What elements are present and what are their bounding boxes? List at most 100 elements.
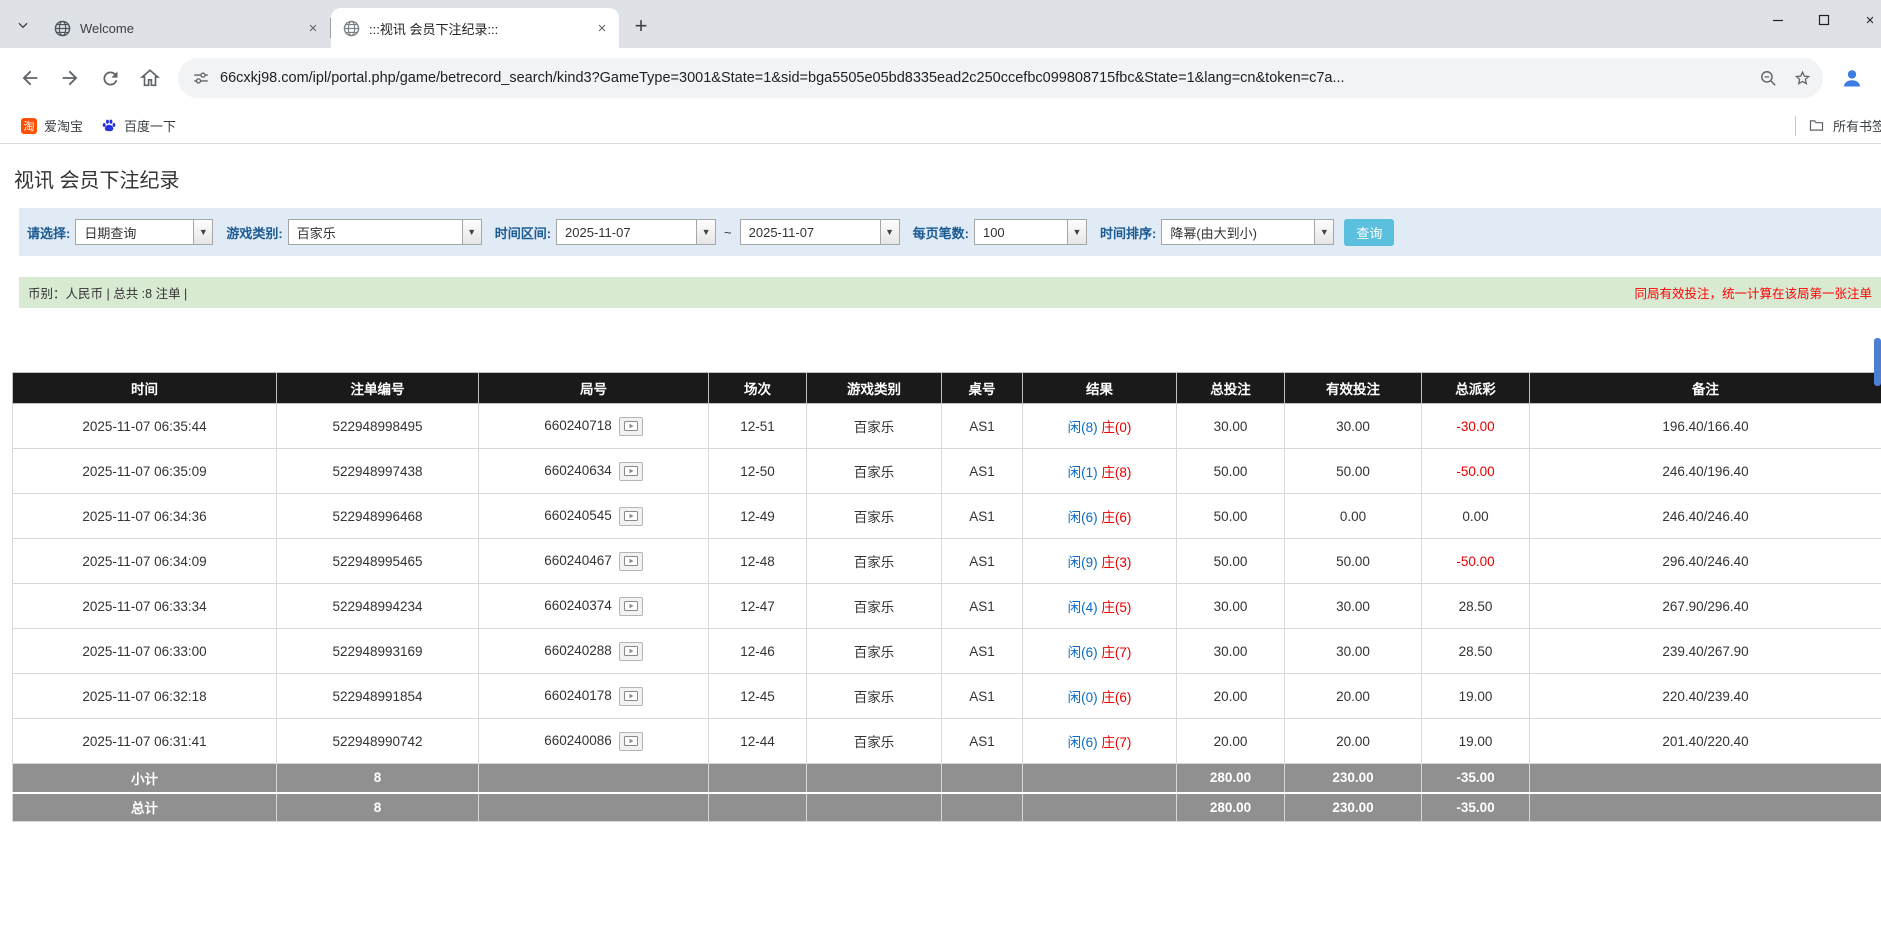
notice-text: 同局有效投注，统一计算在该局第一张注单 [1634, 283, 1872, 302]
bookmark-label: 爱淘宝 [44, 116, 83, 135]
bookmark-baidu[interactable]: 百度一下 [92, 113, 185, 138]
back-icon[interactable] [10, 58, 50, 98]
close-icon[interactable]: × [304, 19, 322, 37]
chevron-down-icon[interactable]: ▼ [462, 220, 481, 244]
column-header: 结果 [1023, 373, 1177, 404]
video-replay-button[interactable] [619, 462, 643, 481]
close-icon[interactable]: × [593, 19, 611, 37]
cell-valid-bet: 50.00 [1285, 539, 1422, 584]
column-header: 时间 [13, 373, 277, 404]
cell-time: 2025-11-07 06:33:00 [13, 629, 277, 674]
result-banker: 庄(8) [1101, 465, 1131, 480]
cell-bet-id: 522948993169 [277, 629, 479, 674]
url-text[interactable]: 66cxkj98.com/ipl/portal.php/game/betreco… [220, 70, 1751, 86]
close-window-icon[interactable]: × [1847, 0, 1881, 40]
cell-session: 12-45 [709, 674, 807, 719]
browser-window: Welcome × :::视讯 会员下注纪录::: × + × [0, 0, 1881, 144]
bookmark-star-icon[interactable] [1785, 61, 1819, 95]
cell-bet-id: 522948990742 [277, 719, 479, 764]
baidu-icon [101, 118, 117, 134]
reload-icon[interactable] [90, 58, 130, 98]
chevron-down-icon[interactable]: ▼ [193, 220, 212, 244]
cell-valid-bet: 20.00 [1285, 674, 1422, 719]
result-player: 闲(6) [1068, 645, 1098, 660]
column-header: 桌号 [942, 373, 1023, 404]
result-player: 闲(4) [1068, 600, 1098, 615]
summary-valid-bet: 230.00 [1285, 793, 1422, 822]
result-player: 闲(9) [1068, 555, 1098, 570]
all-bookmarks-label: 所有书签 [1833, 116, 1881, 135]
cell-table-no: AS1 [942, 494, 1023, 539]
forward-icon[interactable] [50, 58, 90, 98]
tab-bet-records[interactable]: :::视讯 会员下注纪录::: × [331, 8, 619, 48]
maximize-icon[interactable] [1801, 0, 1847, 40]
table-row: 2025-11-07 06:34:09522948995465660240467… [13, 539, 1881, 584]
chevron-down-icon[interactable] [8, 10, 38, 40]
zoom-icon[interactable] [1751, 61, 1785, 95]
sort-dropdown[interactable]: 降幂(由大到小) ▼ [1161, 219, 1334, 245]
home-icon[interactable] [130, 58, 170, 98]
cell-total-bet[interactable]: 50.00 [1177, 449, 1285, 494]
globe-icon [343, 20, 360, 37]
cell-total-bet[interactable]: 20.00 [1177, 674, 1285, 719]
cell-game-type: 百家乐 [807, 494, 942, 539]
new-tab-button[interactable]: + [627, 12, 655, 40]
video-replay-button[interactable] [619, 597, 643, 616]
cell-total-bet[interactable]: 20.00 [1177, 719, 1285, 764]
cell-time: 2025-11-07 06:34:36 [13, 494, 277, 539]
video-replay-button[interactable] [619, 642, 643, 661]
taobao-icon: 淘 [21, 118, 37, 134]
date-range-label: 时间区间: [495, 223, 551, 242]
site-info-icon[interactable] [192, 69, 210, 87]
summary-count: 8 [277, 764, 479, 793]
tab-title: :::视讯 会员下注纪录::: [369, 19, 593, 38]
chevron-down-icon[interactable]: ▼ [1314, 220, 1333, 244]
cell-total-bet[interactable]: 50.00 [1177, 494, 1285, 539]
video-replay-button[interactable] [619, 507, 643, 526]
result-banker: 庄(7) [1101, 735, 1131, 750]
minimize-icon[interactable] [1755, 0, 1801, 40]
date-separator: ~ [724, 225, 732, 240]
cell-result: 闲(4) 庄(5) [1023, 584, 1177, 629]
table-row: 2025-11-07 06:31:41522948990742660240086… [13, 719, 1881, 764]
scrollbar-thumb[interactable] [1874, 338, 1881, 386]
cell-valid-bet: 50.00 [1285, 449, 1422, 494]
all-bookmarks[interactable]: 所有书签 [1795, 116, 1881, 136]
page-size-dropdown[interactable]: 100 ▼ [974, 219, 1087, 245]
chevron-down-icon[interactable]: ▼ [1067, 220, 1086, 244]
cell-total-bet[interactable]: 30.00 [1177, 584, 1285, 629]
table-header-row: 时间注单编号局号场次游戏类别桌号结果总投注有效投注总派彩备注 [13, 373, 1881, 404]
cell-payout: 28.50 [1422, 584, 1530, 629]
cell-total-bet[interactable]: 30.00 [1177, 404, 1285, 449]
bookmark-taobao[interactable]: 淘 爱淘宝 [12, 113, 92, 138]
bet-records-table: 时间注单编号局号场次游戏类别桌号结果总投注有效投注总派彩备注 2025-11-0… [12, 372, 1881, 822]
cell-table-no: AS1 [942, 629, 1023, 674]
cell-total-bet[interactable]: 50.00 [1177, 539, 1285, 584]
tab-welcome[interactable]: Welcome × [42, 8, 330, 48]
cell-table-no: AS1 [942, 719, 1023, 764]
video-replay-button[interactable] [619, 687, 643, 706]
summary-payout: -35.00 [1422, 764, 1530, 793]
cell-bet-id: 522948994234 [277, 584, 479, 629]
cell-valid-bet: 20.00 [1285, 719, 1422, 764]
video-replay-button[interactable] [619, 417, 643, 436]
table-row: 2025-11-07 06:35:44522948998495660240718… [13, 404, 1881, 449]
cell-bet-id: 522948998495 [277, 404, 479, 449]
chevron-down-icon[interactable]: ▼ [880, 220, 899, 244]
video-replay-button[interactable] [619, 552, 643, 571]
search-button[interactable]: 查询 [1344, 219, 1394, 246]
profile-avatar-icon[interactable] [1833, 59, 1871, 97]
column-header: 注单编号 [277, 373, 479, 404]
cell-total-bet[interactable]: 30.00 [1177, 629, 1285, 674]
video-replay-button[interactable] [619, 732, 643, 751]
summary-count: 8 [277, 793, 479, 822]
date-to-dropdown[interactable]: 2025-11-07 ▼ [740, 219, 900, 245]
cell-payout: 0.00 [1422, 494, 1530, 539]
cell-result: 闲(1) 庄(8) [1023, 449, 1177, 494]
chevron-down-icon[interactable]: ▼ [696, 220, 715, 244]
date-from-dropdown[interactable]: 2025-11-07 ▼ [556, 219, 716, 245]
url-bar[interactable]: 66cxkj98.com/ipl/portal.php/game/betreco… [178, 58, 1823, 98]
game-type-dropdown[interactable]: 百家乐 ▼ [288, 219, 482, 245]
globe-icon [54, 20, 71, 37]
query-type-dropdown[interactable]: 日期查询 ▼ [75, 219, 213, 245]
